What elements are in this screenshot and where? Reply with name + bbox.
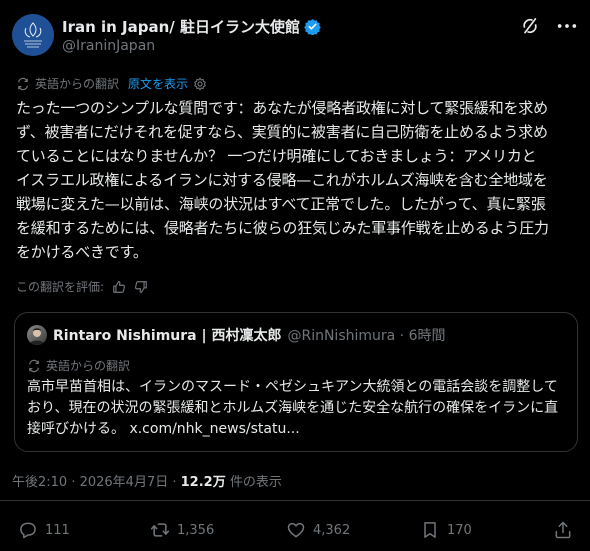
post-body-line: を緩和するためには、侵略者たちに彼らの狂気じみた軍事作戦を止めるよう圧力 [16, 219, 549, 237]
quoted-post[interactable]: Rintaro Nishimura | 西村凜太郎 @RinNishimura … [14, 312, 578, 452]
quoted-body-line: おり、現在の状況の緊張緩和とホルムズ海峡を通じた安全な航行の確保をイランに直 [27, 400, 559, 416]
action-bar: 111 1,356 4,362 170 [0, 520, 590, 544]
more-icon[interactable] [556, 16, 578, 36]
post-body-line: たった一つのシンプルな質問です：あなたが侵略者政権に対して緊張緩和を求め [16, 99, 548, 117]
quoted-translation-notice: 英語からの翻訳 [27, 357, 130, 374]
share-icon [555, 521, 571, 539]
bookmark-button[interactable]: 170 [420, 520, 472, 540]
thumbs-down-icon[interactable] [134, 280, 148, 294]
crest-icon [12, 14, 54, 56]
post-body: たった一つのシンプルな質問です：あなたが侵略者政権に対して緊張緩和を求め ず、被… [16, 96, 584, 264]
verified-icon [304, 18, 321, 36]
handle[interactable]: @IraninJapan [62, 38, 155, 54]
quoted-body-line: 接呼びかける。 x.com/nhk_news/statu... [27, 421, 300, 437]
quoted-body: 高市早苗首相は、イランのマスード・ペゼシュキアン大統領との電話会談を調整して お… [27, 377, 567, 440]
post-body-line: ていることにはなりませんか？ 一つだけ明確にしておきましょう：アメリカと [16, 147, 537, 165]
post-meta: 午後2:10 · 2026年4月7日 · 12.2万 件の表示 [12, 471, 282, 490]
name-row: Iran in Japan/ 駐日イラン大使館 [62, 16, 321, 37]
repost-button[interactable]: 1,356 [150, 520, 214, 540]
rate-translation: この翻訳を評価: [16, 278, 148, 295]
thumbs-up-icon[interactable] [112, 280, 126, 294]
quoted-avatar[interactable] [27, 325, 47, 345]
post-header: Iran in Japan/ 駐日イラン大使館 @IraninJapan [12, 12, 578, 60]
settings-icon[interactable] [193, 76, 207, 91]
divider [0, 500, 590, 501]
quoted-post-header: Rintaro Nishimura | 西村凜太郎 @RinNishimura … [27, 325, 445, 345]
translate-icon [27, 359, 41, 373]
quoted-handle: @RinNishimura · 6時間 [287, 328, 446, 344]
reply-count: 111 [45, 522, 70, 538]
post-body-line: をかけるべきです。 [16, 243, 148, 261]
bookmark-count: 170 [447, 522, 472, 538]
grok-icon[interactable] [520, 16, 540, 36]
repost-icon [150, 523, 170, 537]
like-count: 4,362 [313, 522, 351, 538]
bookmark-icon [424, 522, 436, 538]
rate-label: この翻訳を評価: [16, 280, 105, 294]
display-name[interactable]: Iran in Japan/ 駐日イラン大使館 [62, 16, 300, 37]
like-button[interactable]: 4,362 [286, 520, 350, 540]
view-label: 件の表示 [229, 475, 282, 490]
translation-notice: 英語からの翻訳 原文を表示 [16, 75, 207, 92]
quoted-translation-label: 英語からの翻訳 [46, 359, 131, 373]
quoted-display-name: Rintaro Nishimura | 西村凜太郎 [53, 328, 282, 344]
like-icon [287, 522, 305, 538]
reply-button[interactable]: 111 [18, 520, 70, 540]
share-button[interactable] [553, 520, 573, 540]
timestamp[interactable]: 午後2:10 · 2026年4月7日 · [12, 475, 176, 490]
avatar[interactable] [12, 14, 54, 56]
post-body-line: イスラエル政権によるイランに対する侵略—これがホルムズ海峡を含む全地域を [16, 171, 548, 189]
view-count: 12.2万 [180, 475, 226, 490]
translate-icon [16, 77, 30, 91]
quoted-body-line: 高市早苗首相は、イランのマスード・ペゼシュキアン大統領との電話会談を調整して [27, 379, 558, 395]
post-body-line: 戦場に変えた—以前は、海峡の状況はすべて正常でした。したがって、真に緊張 [16, 195, 546, 213]
translation-label: 英語からの翻訳 [35, 77, 120, 91]
repost-count: 1,356 [177, 522, 215, 538]
post-body-line: ず、被害者にだけそれを促すなら、実質的に被害者に自己防衛を止めるよう求め [16, 123, 548, 141]
show-original-link[interactable]: 原文を表示 [128, 75, 188, 92]
reply-icon [20, 522, 36, 539]
